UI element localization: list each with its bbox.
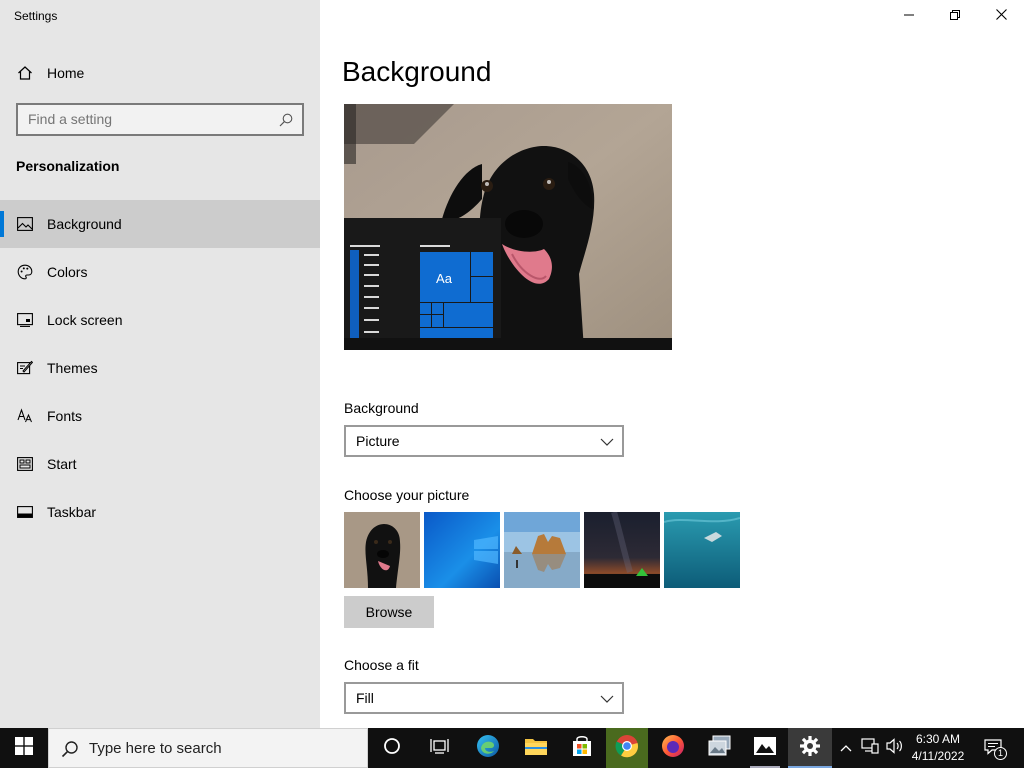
cortana-button[interactable] xyxy=(370,728,414,768)
volume-icon xyxy=(886,737,904,759)
restore-icon xyxy=(950,7,960,25)
sidebar-item-themes[interactable]: Themes xyxy=(0,344,320,392)
task-view-button[interactable] xyxy=(418,728,462,768)
background-preview: Aa xyxy=(344,104,672,350)
picture-thumbnail[interactable] xyxy=(504,512,580,588)
nav-home[interactable]: Home xyxy=(0,49,320,97)
close-icon xyxy=(995,7,1007,25)
choose-fit-label: Choose a fit xyxy=(344,657,419,673)
microsoft-store-button[interactable] xyxy=(560,728,604,768)
background-dropdown-value: Picture xyxy=(356,433,400,449)
browse-button[interactable]: Browse xyxy=(344,596,434,628)
photos-icon xyxy=(753,736,777,761)
search-input[interactable] xyxy=(28,111,268,127)
palette-icon xyxy=(16,263,34,281)
choose-picture-label: Choose your picture xyxy=(344,487,470,503)
minimize-button[interactable] xyxy=(886,0,932,32)
microsoft-store-icon xyxy=(571,735,593,762)
sidebar-item-taskbar[interactable]: Taskbar xyxy=(0,488,320,536)
firefox-icon xyxy=(661,734,685,763)
image-icon xyxy=(16,215,34,233)
search-box[interactable] xyxy=(16,103,304,136)
file-explorer-button[interactable] xyxy=(514,728,558,768)
nav-home-label: Home xyxy=(47,65,85,81)
close-button[interactable] xyxy=(978,0,1024,32)
chrome-icon xyxy=(615,734,639,763)
section-heading: Personalization xyxy=(16,158,120,174)
notification-count-badge: 1 xyxy=(994,747,1007,760)
settings-taskbar-button[interactable] xyxy=(788,728,832,768)
taskbar-search-placeholder: Type here to search xyxy=(89,740,222,757)
picture-thumbnail[interactable] xyxy=(664,512,740,588)
start-button[interactable] xyxy=(0,728,48,768)
sidebar-item-colors[interactable]: Colors xyxy=(0,248,320,296)
cortana-icon xyxy=(383,737,401,760)
chevron-down-icon xyxy=(600,692,614,704)
lock-screen-icon xyxy=(16,311,34,329)
home-icon xyxy=(16,64,34,82)
taskbar-clock[interactable]: 6:30 AM 4/11/2022 xyxy=(904,731,972,765)
photos-button[interactable] xyxy=(744,728,786,768)
edge-icon xyxy=(476,734,500,763)
sidebar-item-start[interactable]: Start xyxy=(0,440,320,488)
fonts-icon xyxy=(16,407,34,425)
restore-button[interactable] xyxy=(932,0,978,32)
sidebar-item-label: Lock screen xyxy=(47,312,123,328)
chevron-down-icon xyxy=(600,435,614,447)
taskbar-search-box[interactable]: Type here to search xyxy=(48,728,368,768)
sidebar-item-fonts[interactable]: Fonts xyxy=(0,392,320,440)
fit-dropdown-value: Fill xyxy=(356,690,374,706)
photos-app-icon xyxy=(708,735,732,762)
clock-time: 6:30 AM xyxy=(915,732,961,746)
file-explorer-icon xyxy=(524,736,548,761)
themes-icon xyxy=(16,359,34,377)
taskbar-icon xyxy=(16,503,34,521)
minimize-icon xyxy=(904,7,914,25)
picture-thumbnail[interactable] xyxy=(584,512,660,588)
chrome-taskbar-button[interactable] xyxy=(606,728,648,768)
background-label: Background xyxy=(344,400,419,416)
app-title: Settings xyxy=(14,9,58,23)
sidebar-item-label: Taskbar xyxy=(47,504,97,520)
action-center-button[interactable]: 1 xyxy=(978,728,1010,768)
volume-button[interactable] xyxy=(884,728,906,768)
fit-dropdown[interactable]: Fill xyxy=(344,682,624,714)
picture-thumbnail[interactable] xyxy=(424,512,500,588)
windows-start-icon xyxy=(15,736,33,760)
network-icon xyxy=(861,737,879,759)
photos-app-button[interactable] xyxy=(698,728,742,768)
clock-date: 4/11/2022 xyxy=(911,749,965,763)
sidebar-item-label: Themes xyxy=(47,360,98,376)
sidebar-item-background[interactable]: Background xyxy=(0,200,320,248)
taskbar: Type here to search 6:30 AM 4/11/2022 1 xyxy=(0,728,1024,768)
show-hidden-icons-button[interactable] xyxy=(836,728,856,768)
sidebar: Settings Home Personalization Background… xyxy=(0,0,320,728)
sidebar-item-label: Colors xyxy=(47,264,88,280)
notification-icon: 1 xyxy=(984,739,1007,760)
search-icon xyxy=(61,740,79,763)
page-title: Background xyxy=(342,56,492,87)
network-button[interactable] xyxy=(858,728,882,768)
sidebar-item-label: Start xyxy=(47,456,77,472)
firefox-taskbar-button[interactable] xyxy=(652,728,694,768)
background-dropdown[interactable]: Picture xyxy=(344,425,624,457)
sidebar-item-lock-screen[interactable]: Lock screen xyxy=(0,296,320,344)
start-icon xyxy=(16,455,34,473)
task-view-icon xyxy=(430,738,450,759)
preview-tile-label: Aa xyxy=(436,271,453,286)
sidebar-item-label: Background xyxy=(47,216,122,232)
search-icon[interactable] xyxy=(278,112,294,128)
chevron-up-icon xyxy=(840,739,852,757)
picture-thumbnail[interactable] xyxy=(344,512,420,588)
sidebar-item-label: Fonts xyxy=(47,408,83,424)
settings-icon xyxy=(799,735,821,762)
edge-taskbar-button[interactable] xyxy=(466,728,510,768)
